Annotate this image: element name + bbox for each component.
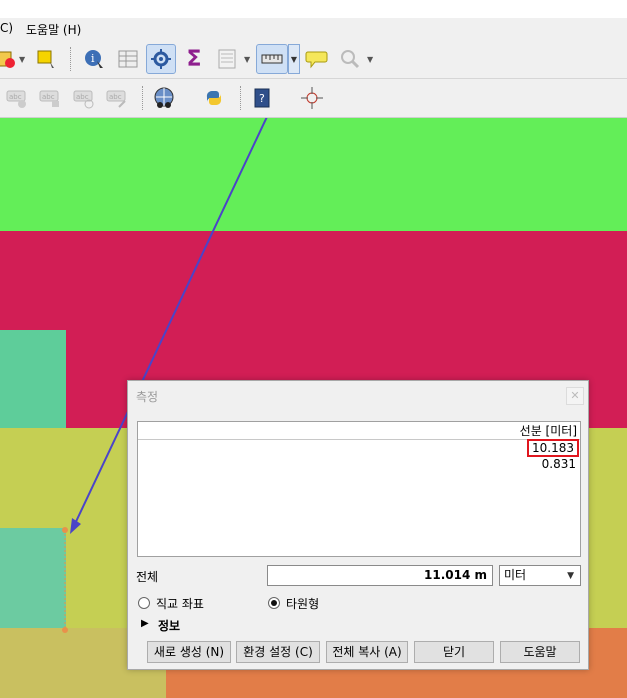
plugins-globe-icon[interactable] [150,84,178,112]
radio-ellipsoidal-label[interactable]: 타원형 [286,595,319,612]
select-features-icon[interactable] [32,45,60,73]
unit-select[interactable]: 미터 ▼ [499,565,581,586]
crosshair-icon[interactable] [298,84,326,112]
python-console-icon[interactable] [200,84,228,112]
select-by-location-icon[interactable] [0,45,20,73]
label-move-icon[interactable]: abc [70,84,98,112]
chevron-down-icon: ▼ [567,571,574,581]
label-toolbar: abc abc abc abc ? [0,79,627,118]
total-label: 전체 [136,570,159,584]
menu-item-help[interactable]: 도움말 (H) [26,21,81,38]
toolbar-separator [70,47,73,71]
svg-text:abc: abc [109,93,122,101]
zoom-to-selection-icon[interactable] [336,45,364,73]
dialog-title: 측정 [136,390,159,404]
close-icon[interactable]: ✕ [566,387,584,405]
expand-triangle-icon[interactable]: ▶ [141,618,149,629]
svg-text:?: ? [259,92,265,105]
radio-cartesian-label[interactable]: 직교 좌표 [156,595,204,612]
label-pin-icon[interactable]: abc [36,84,64,112]
toolbar-separator [142,86,145,110]
info-section-label[interactable]: 정보 [158,617,180,634]
statistics-sigma-icon[interactable]: Σ [180,45,208,73]
measure-line-icon[interactable] [256,44,288,74]
segments-table[interactable]: 선분 [미터] 10.183 0.831 [137,421,581,557]
chevron-down-icon[interactable]: ▼ [19,55,27,64]
label-rotate-icon[interactable]: abc [103,84,131,112]
svg-text:i: i [91,52,95,65]
attribute-table-icon[interactable] [114,45,142,73]
toggle-editing-icon[interactable] [146,44,176,74]
svg-text:abc: abc [9,93,22,101]
copy-all-button[interactable]: 전체 복사 (A) [326,641,408,663]
open-attribute-table-icon[interactable] [213,45,241,73]
total-field: 11.014 m [267,565,493,586]
menu-strip [0,18,627,40]
toolbar-separator [240,86,243,110]
chevron-down-icon[interactable]: ▼ [367,55,375,64]
chevron-down-icon[interactable]: ▼ [288,44,300,74]
chevron-down-icon[interactable]: ▼ [244,55,252,64]
measure-dialog: 측정 ✕ 선분 [미터] 10.183 0.831 전체 11.014 m 미터… [127,380,589,670]
segments-header[interactable]: 선분 [미터] [138,422,580,440]
segment-value-highlighted: 10.183 [527,439,579,457]
new-button[interactable]: 새로 생성 (N) [147,641,231,663]
help-button[interactable]: 도움말 [500,641,580,663]
close-button[interactable]: 닫기 [414,641,494,663]
attributes-toolbar: ▼ i Σ ▼ ▼ ▼ [0,40,627,79]
map-tips-icon[interactable] [303,45,331,73]
svg-text:abc: abc [76,93,89,101]
segment-row[interactable]: 10.183 [138,439,580,457]
svg-text:abc: abc [42,93,55,101]
measure-arrowhead [70,518,81,534]
identify-icon[interactable]: i [80,45,108,73]
config-button[interactable]: 환경 설정 (C) [236,641,320,663]
segment-row[interactable]: 0.831 [138,456,580,472]
menu-bar: C) 도움말 (H) [0,0,627,40]
unit-select-value: 미터 [504,568,527,582]
menu-item-settings[interactable]: C) [0,21,13,35]
label-show-icon[interactable]: abc [3,84,31,112]
help-icon[interactable]: ? [248,84,276,112]
radio-cartesian[interactable] [138,597,150,609]
radio-ellipsoidal[interactable] [268,597,280,609]
